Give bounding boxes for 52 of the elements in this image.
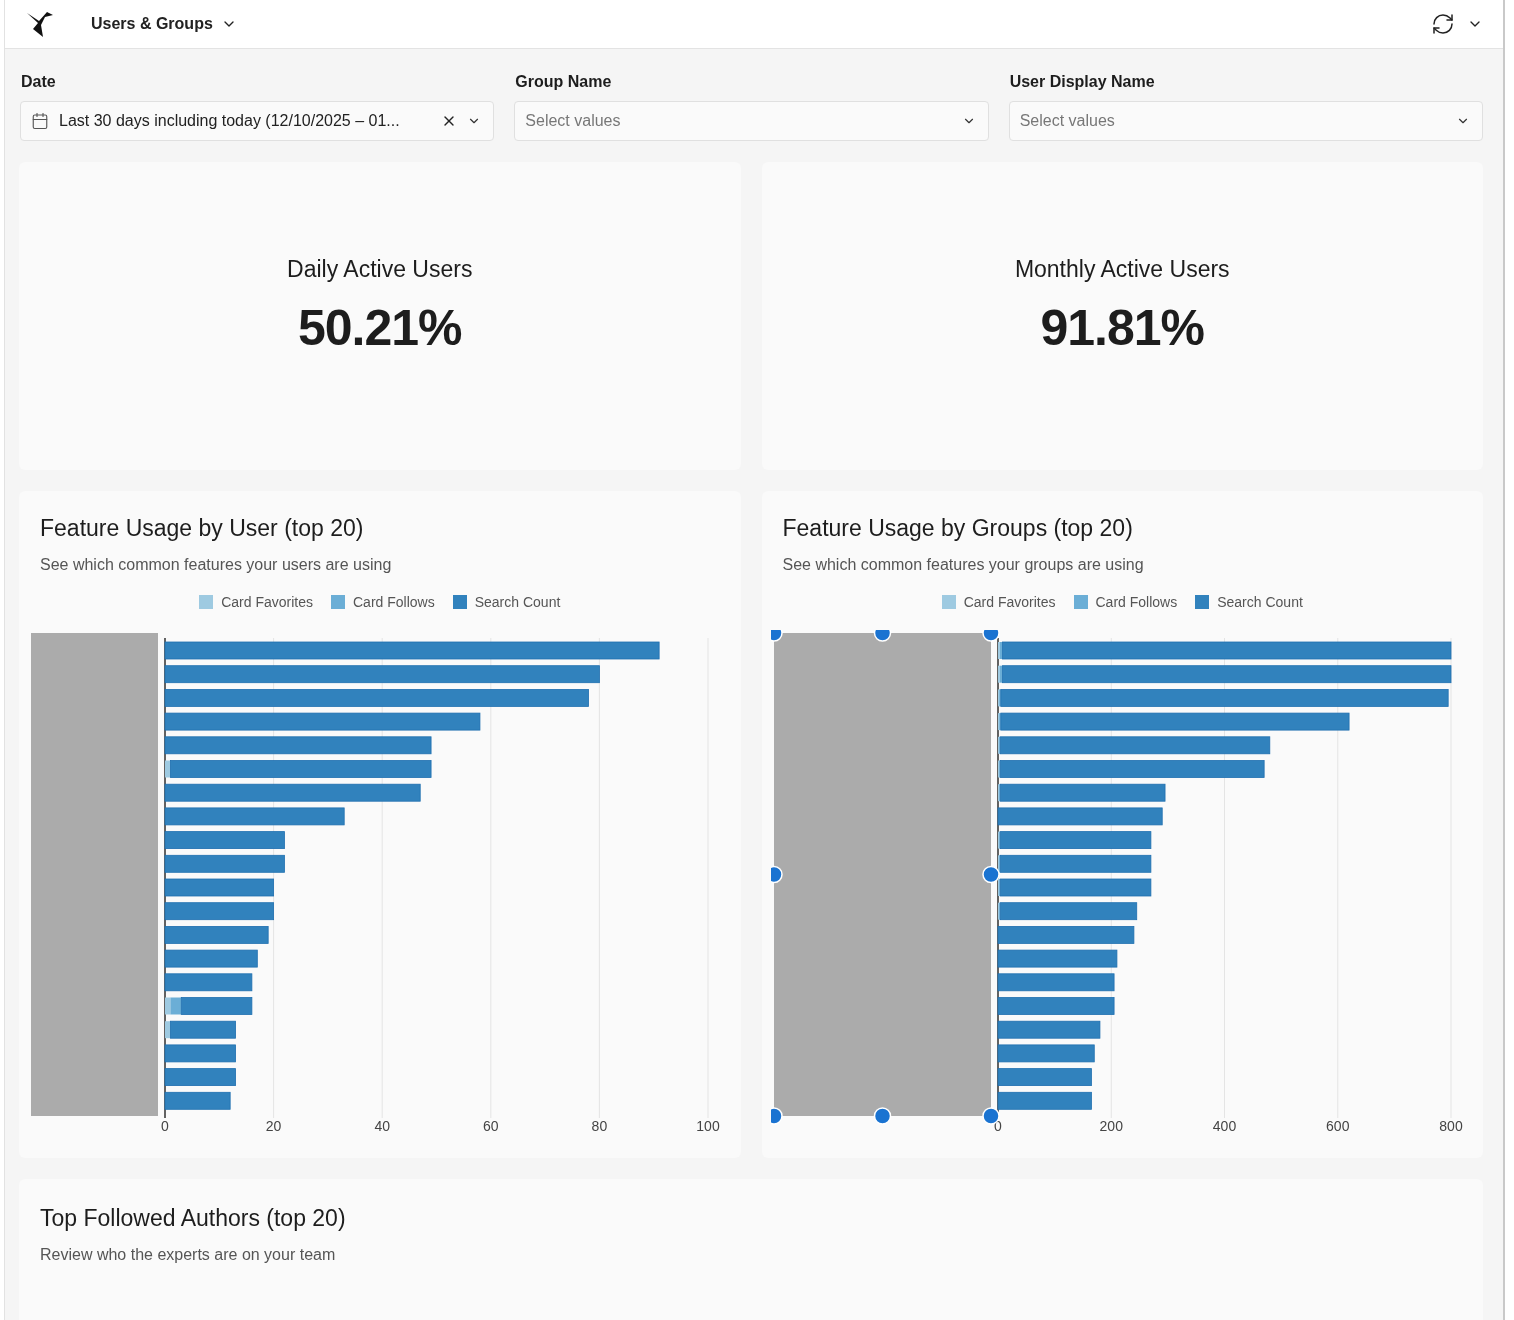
bar xyxy=(180,997,253,1015)
chart-title: Feature Usage by User (top 20) xyxy=(40,515,365,542)
chart-title: Feature Usage by Groups (top 20) xyxy=(782,515,1134,542)
kpi-value: 50.21% xyxy=(297,298,462,357)
kpi-value: 91.81% xyxy=(1040,298,1205,357)
resize-handle[interactable] xyxy=(981,865,1000,884)
kpi-title: Monthly Active Users xyxy=(1014,255,1230,283)
bar xyxy=(170,997,182,1015)
dashboard-title-dropdown[interactable]: Users & Groups xyxy=(91,15,237,33)
bar xyxy=(164,1068,236,1086)
resize-handle[interactable] xyxy=(873,1107,891,1125)
axis-tick-label: 80 xyxy=(591,1118,608,1134)
refresh-button[interactable] xyxy=(1431,12,1455,36)
filter-label: Date xyxy=(20,73,57,91)
bar xyxy=(164,1044,236,1063)
card-subtitle: Review who the experts are on your team xyxy=(40,1246,337,1264)
axis-tick-label: 600 xyxy=(1325,1118,1349,1134)
refresh-icon xyxy=(1431,12,1455,36)
calendar-icon xyxy=(31,112,49,130)
card-title: Top Followed Authors (top 20) xyxy=(40,1205,347,1232)
bar xyxy=(165,1021,171,1039)
resize-handle[interactable] xyxy=(770,865,783,884)
date-range-field[interactable]: Last 30 days including today (12/10/2025 – 01... xyxy=(20,101,495,141)
resize-handle[interactable] xyxy=(873,630,891,642)
axis-tick-label: 20 xyxy=(265,1118,282,1134)
axis-tick-label: 400 xyxy=(1212,1118,1236,1134)
axis-tick-label: 0 xyxy=(161,1118,169,1134)
axis-tick-label: 40 xyxy=(374,1118,390,1134)
legend-label: Card Favorites xyxy=(963,594,1056,610)
legend-label: Card Follows xyxy=(1095,594,1178,610)
chart-subtitle: See which common features your groups are using xyxy=(782,556,1145,574)
select-field[interactable]: Select values xyxy=(1008,101,1483,141)
bar xyxy=(165,1020,236,1039)
bar xyxy=(165,760,171,778)
filter-label: User Display Name xyxy=(1008,73,1156,91)
legend-label: Card Favorites xyxy=(221,594,313,610)
chart-subtitle: See which common features your users are using xyxy=(40,556,393,574)
bar xyxy=(164,1091,231,1110)
bar xyxy=(165,997,171,1015)
axis-tick-label: 200 xyxy=(1099,1118,1123,1134)
filter-label: Group Name xyxy=(514,73,613,91)
select-field[interactable]: Select values xyxy=(514,101,989,141)
legend-label: Card Follows xyxy=(353,594,435,610)
axis-tick-label: 800 xyxy=(1438,1118,1463,1134)
axis-tick-label: 100 xyxy=(696,1118,720,1134)
kpi-title: Daily Active Users xyxy=(287,255,473,283)
legend-label: Search Count xyxy=(474,594,561,610)
resize-handle[interactable] xyxy=(981,630,1000,642)
resize-handle[interactable] xyxy=(770,1107,783,1125)
legend-label: Search Count xyxy=(1217,594,1303,610)
resize-handle[interactable] xyxy=(770,630,783,642)
axis-tick-label: 60 xyxy=(483,1118,499,1134)
